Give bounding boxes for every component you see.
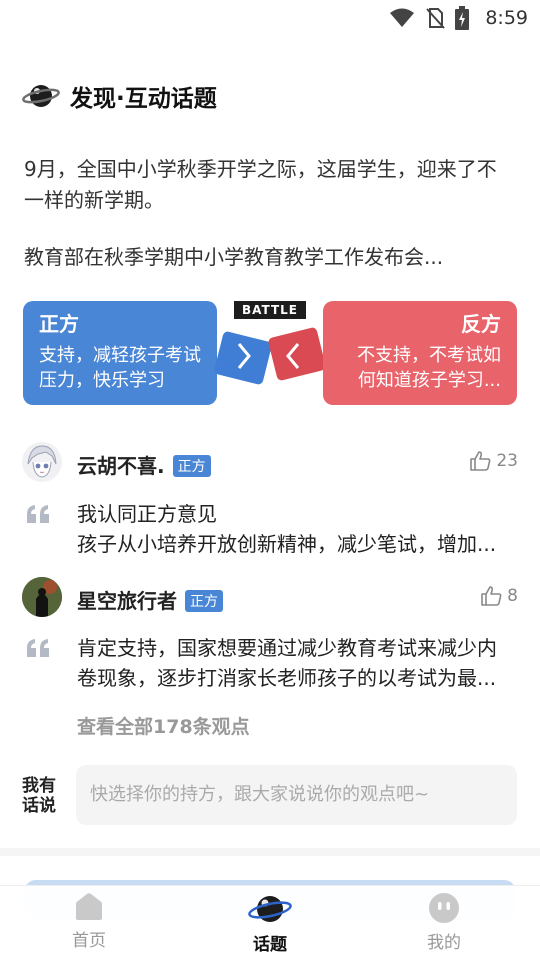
comment-text[interactable]: 肯定支持，国家想要通过减少教育考试来减少内 卷现象，逐步打消家长老师孩子的以考试… bbox=[77, 633, 517, 693]
stance-badge: 正方 bbox=[185, 590, 223, 612]
vs-tiles-icon bbox=[214, 327, 326, 385]
tab-label: 首页 bbox=[72, 931, 106, 951]
pro-side-desc: 支持，减轻孩子考试压力，快乐学习 bbox=[39, 345, 201, 391]
profile-icon bbox=[429, 893, 459, 923]
topic-description: 9月，全国中小学秋季开学之际，这届学生，迎来了不一样的新学期。 bbox=[24, 157, 497, 212]
comment-item: 云胡不喜. 正方 23 我认同正方意见 孩子从小培养开放创新精神，减少笔试，增加.… bbox=[22, 442, 518, 562]
con-side-desc-line2: 何知道孩子学习... bbox=[357, 370, 501, 391]
tab-label: 我的 bbox=[427, 933, 461, 953]
battle-panel: 正方 支持，减轻孩子考试压力，快乐学习 BATTLE 反方 不支持，不考试如 何… bbox=[22, 300, 518, 406]
quote-icon bbox=[27, 505, 49, 523]
avatar[interactable] bbox=[22, 442, 62, 482]
comment-line: 卷现象，逐步打消家长老师孩子的以考试为最... bbox=[77, 666, 497, 690]
con-side-desc: 不支持，不考试如 何知道孩子学习... bbox=[339, 343, 501, 393]
comment-line: 孩子从小培养开放创新精神，减少笔试，增加... bbox=[77, 532, 497, 556]
tab-topics[interactable]: 话题 bbox=[210, 892, 330, 955]
con-side-desc-line1: 不支持，不考试如 bbox=[357, 345, 501, 366]
comment-line: 肯定支持，国家想要通过减少教育考试来减少内 bbox=[77, 636, 497, 660]
home-icon bbox=[76, 893, 102, 920]
quote-icon bbox=[27, 639, 49, 657]
comment-username[interactable]: 云胡不喜. 正方 bbox=[77, 450, 211, 479]
con-side-card[interactable]: 反方 不支持，不考试如 何知道孩子学习... bbox=[323, 301, 517, 405]
night-sky-avatar-icon bbox=[22, 577, 62, 617]
like-count: 8 bbox=[507, 586, 518, 606]
status-icons: 8:59 bbox=[389, 6, 528, 30]
like-button[interactable]: 23 bbox=[469, 450, 518, 472]
anime-avatar-icon bbox=[27, 445, 57, 478]
tab-label: 话题 bbox=[253, 935, 287, 955]
page-header: 发现·互动话题 bbox=[22, 76, 217, 116]
comment-text[interactable]: 我认同正方意见 孩子从小培养开放创新精神，减少笔试，增加... bbox=[77, 499, 517, 559]
pro-side-title: 正方 bbox=[39, 312, 79, 336]
username-text: 云胡不喜. bbox=[77, 454, 165, 478]
like-button[interactable]: 8 bbox=[480, 585, 518, 607]
say-label-line2: 话说 bbox=[22, 796, 56, 816]
stance-badge: 正方 bbox=[172, 455, 211, 477]
view-all-opinions-link[interactable]: 查看全部178条观点 bbox=[77, 712, 250, 739]
like-count: 23 bbox=[496, 451, 518, 471]
pro-side-card[interactable]: 正方 支持，减轻孩子考试压力，快乐学习 bbox=[23, 301, 217, 405]
section-divider bbox=[0, 848, 540, 856]
opinion-input[interactable]: 快选择你的持方，跟大家说说你的观点吧~ bbox=[76, 765, 517, 825]
tab-home[interactable]: 首页 bbox=[29, 892, 149, 951]
comment-username[interactable]: 星空旅行者 正方 bbox=[77, 585, 223, 614]
page-title: 发现·互动话题 bbox=[70, 86, 217, 112]
status-time: 8:59 bbox=[485, 7, 528, 29]
bottom-tab-bar: 首页 话题 我的 bbox=[0, 885, 540, 961]
avatar[interactable] bbox=[22, 577, 62, 617]
con-side-title: 反方 bbox=[461, 312, 501, 336]
tab-profile[interactable]: 我的 bbox=[384, 892, 504, 953]
say-label: 我有 话说 bbox=[22, 776, 62, 816]
thumbs-up-icon bbox=[470, 451, 491, 471]
comment-line: 我认同正方意见 bbox=[77, 502, 217, 526]
username-text: 星空旅行者 bbox=[77, 589, 177, 613]
topic-summary[interactable]: 教育部在秋季学期中小学教育教学工作发布会... bbox=[24, 242, 516, 273]
wifi-icon bbox=[390, 8, 415, 27]
say-label-line1: 我有 bbox=[22, 776, 56, 796]
no-sim-icon bbox=[426, 8, 446, 29]
planet-icon bbox=[248, 896, 292, 922]
battle-badge: BATTLE bbox=[234, 301, 306, 319]
comment-item: 星空旅行者 正方 8 肯定支持，国家想要通过减少教育考试来减少内 卷现象，逐步打消… bbox=[22, 577, 518, 697]
planet-icon bbox=[22, 85, 60, 107]
battery-charging-icon bbox=[455, 6, 470, 30]
status-bar: 8:59 bbox=[0, 0, 540, 36]
thumbs-up-icon bbox=[481, 586, 502, 606]
